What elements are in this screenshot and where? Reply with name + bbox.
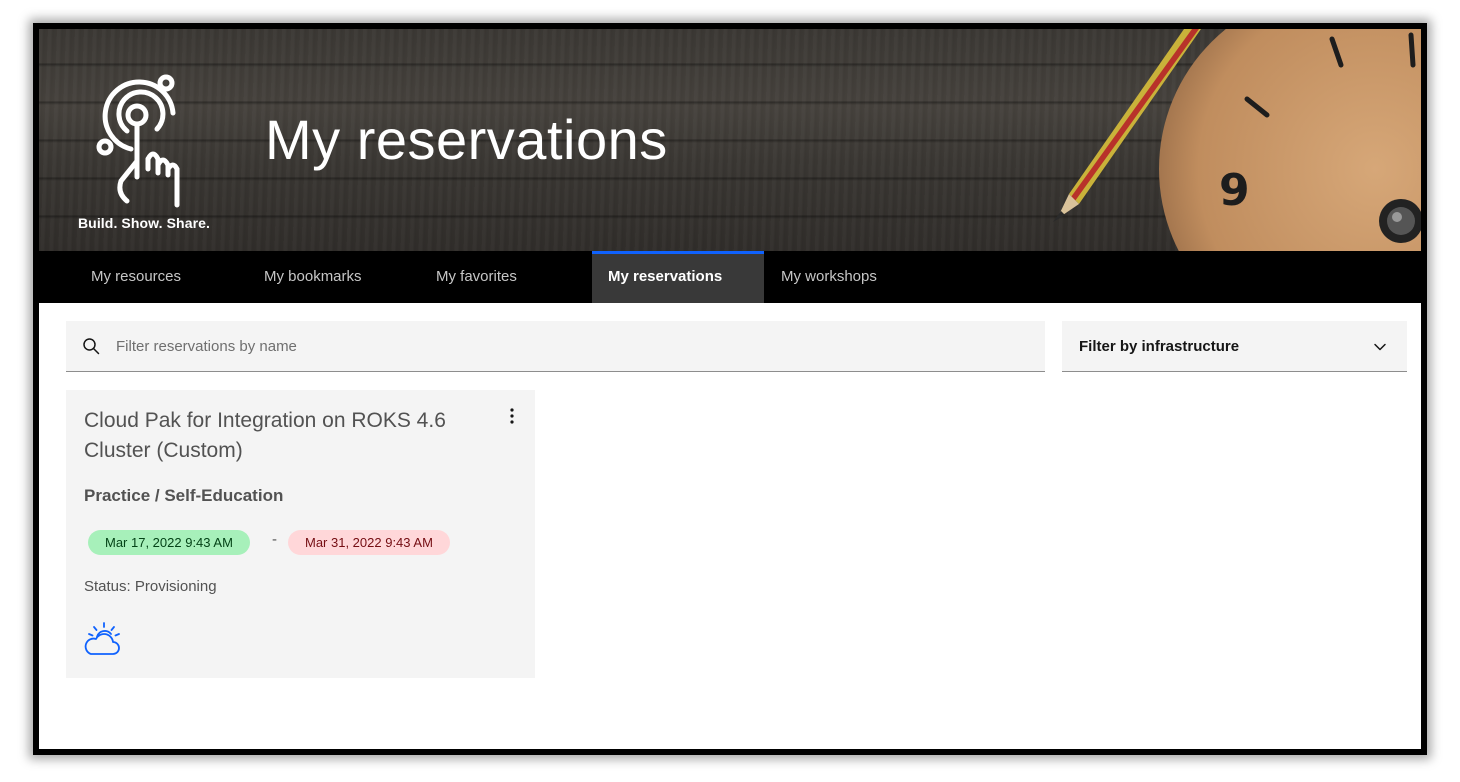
search-input[interactable] — [116, 321, 1016, 371]
reservation-status: Status: Provisioning — [84, 578, 217, 595]
end-date-tag: Mar 31, 2022 9:43 AM — [288, 530, 450, 555]
reservation-purpose: Practice / Self-Education — [84, 486, 284, 505]
app-window: Build. Show. Share. My reservations 9 My… — [33, 23, 1427, 755]
search-icon — [83, 338, 100, 355]
hero-banner: Build. Show. Share. My reservations 9 — [39, 29, 1421, 251]
tab-my-favorites[interactable]: My favorites — [420, 251, 580, 303]
infrastructure-filter-dropdown[interactable]: Filter by infrastructure — [1062, 321, 1407, 372]
date-separator: - — [272, 531, 277, 548]
ibm-cloud-icon — [84, 622, 120, 655]
tab-my-bookmarks[interactable]: My bookmarks — [248, 251, 408, 303]
overflow-menu-icon[interactable] — [502, 404, 522, 428]
infrastructure-filter-label: Filter by infrastructure — [1079, 338, 1240, 355]
start-date-tag: Mar 17, 2022 9:43 AM — [88, 530, 250, 555]
clock-numeral: 9 — [1219, 165, 1250, 216]
tab-bar: My resources My bookmarks My favorites M… — [39, 251, 1421, 303]
tab-my-resources[interactable]: My resources — [75, 251, 241, 303]
page-title: My reservations — [265, 108, 668, 171]
tab-my-workshops[interactable]: My workshops — [765, 251, 925, 303]
touch-target-icon — [96, 74, 180, 208]
chevron-down-icon — [1374, 343, 1386, 351]
search-box — [66, 321, 1045, 372]
clock-pencil-illustration: 9 — [1053, 29, 1421, 251]
brand-tagline: Build. Show. Share. — [77, 215, 211, 231]
reservation-title: Cloud Pak for Integration on ROKS 4.6 Cl… — [84, 409, 446, 462]
reservation-card[interactable]: Cloud Pak for Integration on ROKS 4.6 Cl… — [66, 390, 535, 678]
brand-logo[interactable]: Build. Show. Share. — [69, 69, 219, 239]
tab-my-reservations[interactable]: My reservations — [592, 251, 764, 303]
